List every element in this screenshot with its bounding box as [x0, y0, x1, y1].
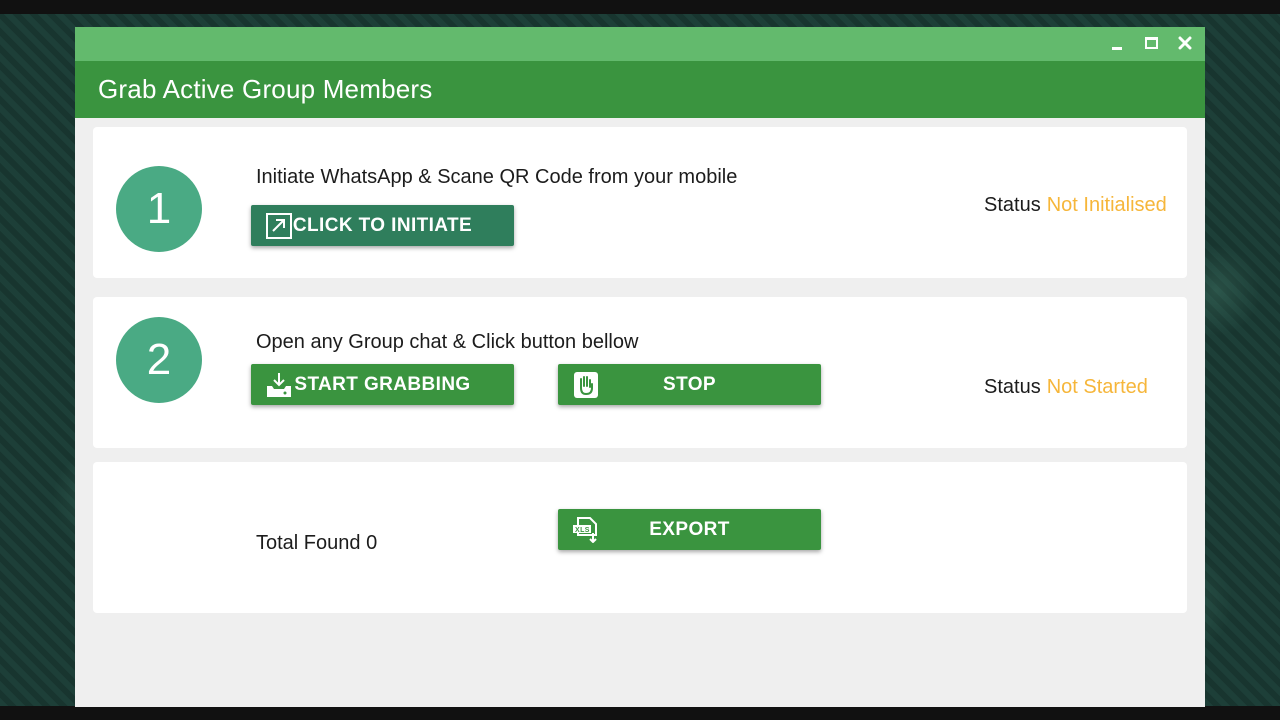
step-2-instruction: Open any Group chat & Click button bello…: [256, 331, 639, 353]
start-grabbing-button[interactable]: START GRABBING: [251, 364, 514, 405]
app-window: Grab Active Group Members 1 Initiate Wha…: [75, 27, 1205, 707]
window-controls: [1107, 33, 1195, 53]
step-1-instruction: Initiate WhatsApp & Scane QR Code from y…: [256, 166, 738, 188]
svg-text:XLS: XLS: [575, 527, 590, 534]
start-grabbing-label: START GRABBING: [294, 373, 471, 395]
minimize-button[interactable]: [1107, 33, 1127, 53]
status-value: Not Initialised: [1046, 194, 1167, 216]
export-button[interactable]: XLS EXPORT: [558, 509, 821, 550]
step-2-card: 2 Open any Group chat & Click button bel…: [93, 297, 1187, 448]
stop-label: STOP: [663, 373, 716, 395]
maximize-button[interactable]: [1141, 33, 1161, 53]
step-2-badge: 2: [116, 317, 202, 403]
page-title: Grab Active Group Members: [98, 74, 433, 104]
initiate-button[interactable]: CLICK TO INITIATE: [251, 205, 514, 246]
step-1-badge: 1: [116, 166, 202, 252]
step-1-card: 1 Initiate WhatsApp & Scane QR Code from…: [93, 127, 1187, 278]
step-2-status: Status Not Started: [984, 376, 1148, 399]
status-label: Status: [984, 376, 1041, 398]
status-label: Status: [984, 194, 1041, 216]
external-link-icon: [266, 213, 292, 239]
initiate-button-label: CLICK TO INITIATE: [292, 214, 473, 236]
title-bar[interactable]: [75, 27, 1205, 61]
stop-button[interactable]: STOP: [558, 364, 821, 405]
close-icon: [1178, 36, 1192, 50]
step-1-status: Status Not Initialised: [984, 194, 1167, 217]
export-label: EXPORT: [649, 518, 730, 540]
maximize-icon: [1144, 37, 1158, 49]
hand-stop-icon: [574, 372, 598, 398]
download-tray-icon: [267, 373, 291, 397]
app-header: Grab Active Group Members: [75, 61, 1205, 118]
results-card: Total Found 0 XLS EXPORT: [93, 462, 1187, 613]
close-button[interactable]: [1175, 33, 1195, 53]
minimize-icon: [1112, 46, 1122, 50]
xls-export-icon: XLS: [573, 517, 597, 543]
status-value: Not Started: [1046, 376, 1148, 398]
total-found: Total Found 0: [256, 532, 378, 554]
